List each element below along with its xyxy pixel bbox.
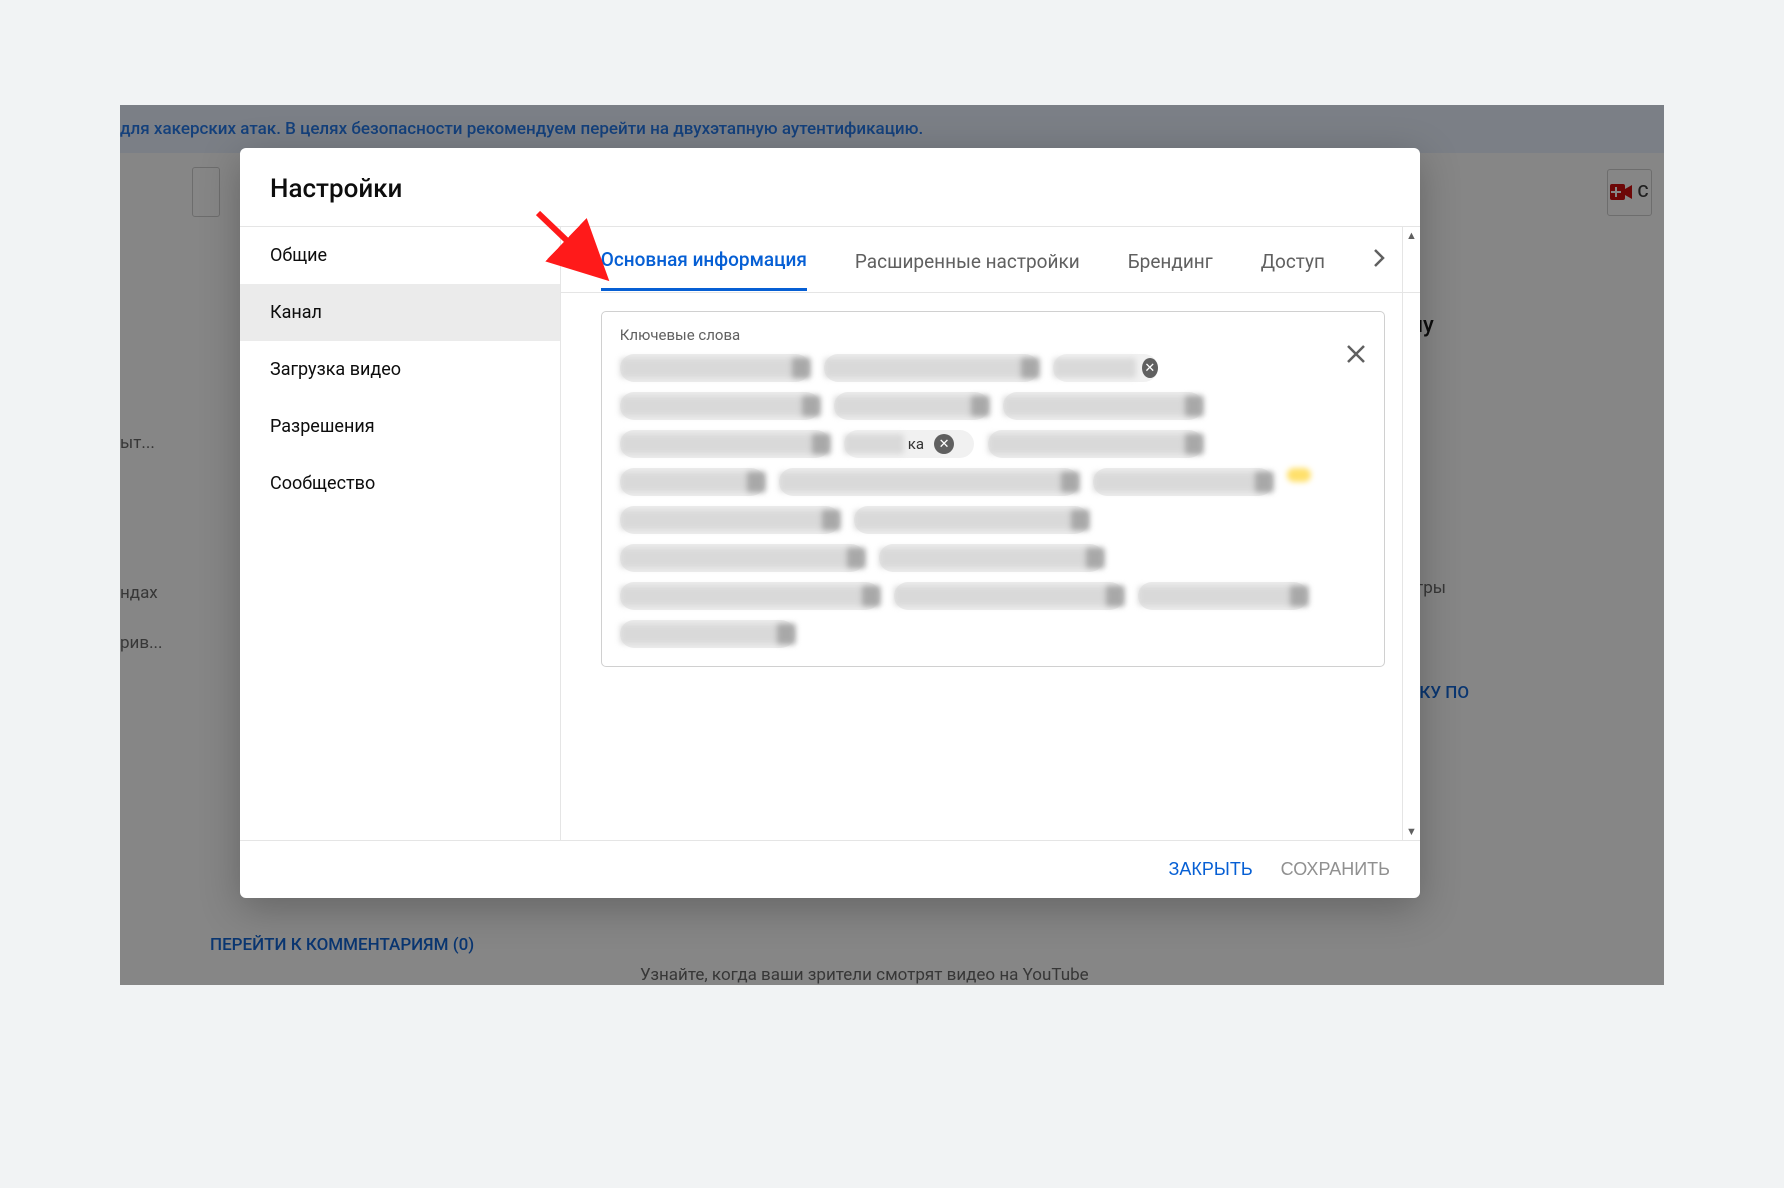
close-button[interactable]: ЗАКРЫТЬ bbox=[1169, 859, 1253, 880]
keyword-chip[interactable] bbox=[620, 620, 795, 648]
tab-branding[interactable]: Брендинг bbox=[1128, 230, 1213, 290]
keyword-chip[interactable]: ка ✕ bbox=[844, 430, 974, 458]
keyword-chip[interactable] bbox=[620, 582, 880, 610]
security-banner: для хакерских атак. В целях безопасности… bbox=[120, 105, 1664, 153]
create-button-bg: С bbox=[1607, 169, 1652, 216]
tab-advanced[interactable]: Расширенные настройки bbox=[855, 230, 1080, 290]
tab-access[interactable]: Доступ bbox=[1261, 230, 1325, 290]
keywords-label: Ключевые слова bbox=[620, 326, 1366, 344]
search-input-bg bbox=[192, 167, 220, 217]
keywords-chips[interactable]: ✕ ка ✕ bbox=[620, 354, 1366, 648]
keyword-chip[interactable] bbox=[620, 506, 840, 534]
tabs-row: Основная информация Расширенные настройк… bbox=[561, 227, 1420, 293]
modal-footer: ЗАКРЫТЬ СОХРАНИТЬ bbox=[240, 840, 1420, 898]
keyword-chip[interactable] bbox=[620, 468, 765, 496]
sidebar-item-permissions[interactable]: Разрешения bbox=[240, 398, 560, 455]
video-plus-icon bbox=[1610, 184, 1632, 200]
keyword-chip[interactable] bbox=[1093, 468, 1273, 496]
modal-main: Основная информация Расширенные настройк… bbox=[561, 227, 1420, 840]
sidebar-item-upload[interactable]: Загрузка видео bbox=[240, 341, 560, 398]
modal-title: Настройки bbox=[240, 148, 1420, 227]
keyword-chip[interactable] bbox=[620, 354, 810, 382]
comments-link: ПЕРЕЙТИ К КОММЕНТАРИЯМ (0) bbox=[210, 935, 474, 955]
keyword-chip[interactable] bbox=[620, 392, 820, 420]
create-label: С bbox=[1637, 182, 1648, 202]
bg-hint: Узнайте, когда ваши зрители смотрят виде… bbox=[640, 965, 1089, 985]
keyword-chip[interactable] bbox=[1138, 582, 1308, 610]
keywords-card: Ключевые слова ✕ ка ✕ bbox=[601, 311, 1385, 667]
sidebar-item-channel[interactable]: Канал bbox=[240, 284, 560, 341]
bg-left-text-1: ыт... bbox=[120, 433, 155, 453]
scroll-up-icon: ▲ bbox=[1406, 229, 1417, 242]
modal-sidebar: Общие Канал Загрузка видео Разрешения Со… bbox=[240, 227, 561, 840]
keyword-chip[interactable] bbox=[894, 582, 1124, 610]
keyword-chip[interactable] bbox=[1003, 392, 1203, 420]
keyword-chip[interactable] bbox=[620, 430, 830, 458]
keyword-chip[interactable] bbox=[620, 544, 865, 572]
save-button[interactable]: СОХРАНИТЬ bbox=[1281, 859, 1390, 880]
bg-left-text-2: ндах bbox=[120, 583, 158, 603]
chip-label: ка bbox=[904, 435, 928, 453]
chip-remove-icon[interactable]: ✕ bbox=[1142, 358, 1158, 378]
modal-body: Общие Канал Загрузка видео Разрешения Со… bbox=[240, 227, 1420, 840]
chip-remove-icon[interactable]: ✕ bbox=[934, 434, 954, 454]
keyword-chip[interactable] bbox=[879, 544, 1104, 572]
keyword-chip[interactable] bbox=[834, 392, 989, 420]
highlight-indicator bbox=[1287, 468, 1311, 482]
sidebar-item-general[interactable]: Общие bbox=[240, 227, 560, 284]
settings-modal: Настройки Общие Канал Загрузка видео Раз… bbox=[240, 148, 1420, 898]
close-icon bbox=[1344, 342, 1368, 366]
keywords-clear-button[interactable] bbox=[1344, 342, 1368, 366]
scrollbar[interactable]: ▲ ▼ bbox=[1402, 227, 1420, 840]
chevron-right-icon bbox=[1373, 248, 1385, 268]
keyword-chip[interactable] bbox=[854, 506, 1089, 534]
keyword-chip[interactable] bbox=[824, 354, 1039, 382]
sidebar-item-community[interactable]: Сообщество bbox=[240, 455, 560, 512]
keyword-chip[interactable] bbox=[988, 430, 1203, 458]
scroll-down-icon: ▼ bbox=[1406, 825, 1417, 838]
keyword-chip[interactable] bbox=[779, 468, 1079, 496]
tab-basic-info[interactable]: Основная информация bbox=[601, 228, 807, 291]
bg-left-text-3: рив... bbox=[120, 633, 163, 653]
keyword-chip[interactable]: ✕ bbox=[1053, 354, 1158, 382]
tabs-scroll-right[interactable] bbox=[1373, 248, 1385, 272]
